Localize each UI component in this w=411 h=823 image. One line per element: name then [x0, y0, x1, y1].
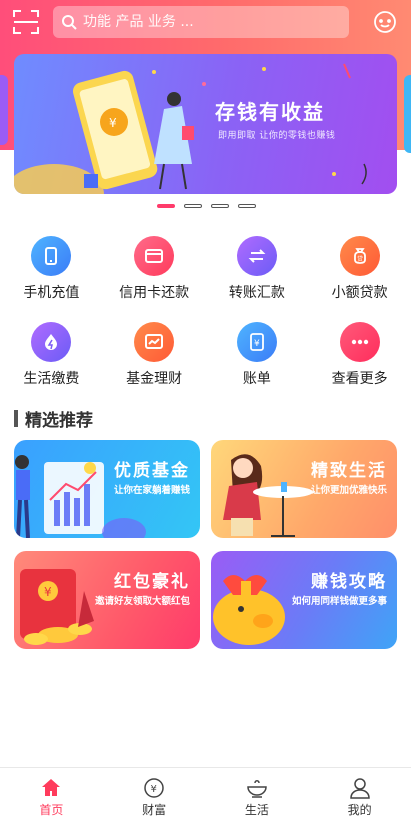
scan-icon[interactable] [12, 8, 40, 36]
card-subtitle: 如何用同样钱做更多事 [291, 596, 387, 607]
transfer-icon [236, 236, 277, 276]
wealth-icon: ¥ [144, 778, 164, 798]
bottom-tab-bar: 首页 ¥ 财富 生活 我的 [0, 767, 411, 823]
card-title: 精致生活 [311, 461, 387, 481]
grid-label: 小额贷款 [331, 285, 388, 301]
grid-item-bill[interactable]: ¥ 账单 [206, 322, 309, 408]
credit-card-icon [134, 236, 175, 276]
grid-label: 信用卡还款 [119, 285, 190, 301]
grid-item-phone-recharge[interactable]: 手机充值 [0, 236, 103, 322]
banner-title: 存钱有收益 [215, 100, 325, 124]
search-input[interactable] [83, 14, 323, 30]
banner-next-peek [404, 75, 411, 153]
service-grid: 手机充值 信用卡还款 转账汇款 贷 小额贷款 生活缴费 基金理财 ¥ 账单 查看… [0, 236, 411, 408]
grid-item-more[interactable]: 查看更多 [308, 322, 411, 408]
more-icon [339, 322, 380, 362]
banner-illustration: ¥ [14, 63, 367, 194]
search-bar[interactable] [53, 6, 349, 38]
user-icon [349, 778, 370, 799]
card-subtitle: 邀请好友领取大额红包 [94, 596, 190, 607]
svg-text:¥: ¥ [254, 339, 260, 349]
svg-text:¥: ¥ [109, 116, 117, 130]
grid-label: 查看更多 [331, 371, 388, 387]
pagination-dot[interactable] [211, 204, 229, 208]
tab-mine[interactable]: 我的 [308, 768, 411, 823]
banner-subtitle: 即用即取 让你的零钱也赚钱 [218, 131, 336, 141]
bill-icon: ¥ [236, 322, 277, 362]
card-red-packet[interactable]: ¥ 红包豪礼 邀请好友领取大额红包 [14, 551, 200, 649]
water-drop-icon [31, 322, 72, 362]
card-title: 红包豪礼 [114, 572, 190, 592]
tab-life[interactable]: 生活 [206, 768, 309, 823]
tab-label: 我的 [347, 803, 372, 817]
banner-prev-peek [0, 75, 8, 145]
section-title: 精选推荐 [25, 411, 93, 431]
tab-label: 生活 [244, 803, 269, 817]
pagination-dot-active[interactable] [157, 204, 175, 208]
message-icon[interactable] [373, 10, 397, 34]
banner-pagination [157, 204, 256, 208]
grid-item-transfer[interactable]: 转账汇款 [206, 236, 309, 322]
life-icon [247, 780, 267, 798]
card-subtitle: 让你在家躺着赚钱 [113, 485, 190, 496]
section-bar [14, 410, 18, 427]
money-bag-icon: 贷 [339, 236, 380, 276]
grid-label: 生活缴费 [23, 371, 80, 387]
card-refined-life[interactable]: 精致生活 让你更加优雅快乐 [211, 440, 397, 538]
section-header: 精选推荐 [14, 406, 93, 431]
grid-label: 转账汇款 [228, 285, 285, 301]
card-title: 赚钱攻略 [311, 572, 387, 592]
tab-label: 首页 [39, 803, 64, 817]
svg-text:¥: ¥ [44, 585, 52, 599]
chart-icon [134, 322, 175, 362]
phone-icon [31, 236, 72, 276]
card-money-strategy[interactable]: 赚钱攻略 如何用同样钱做更多事 [211, 551, 397, 649]
home-icon [42, 779, 61, 796]
grid-label: 基金理财 [126, 371, 183, 387]
search-icon [62, 15, 77, 30]
pagination-dot[interactable] [238, 204, 256, 208]
grid-label: 手机充值 [23, 285, 80, 301]
card-title: 优质基金 [114, 461, 190, 481]
grid-item-fund[interactable]: 基金理财 [103, 322, 206, 408]
pagination-dot[interactable] [184, 204, 202, 208]
tab-wealth[interactable]: ¥ 财富 [103, 768, 206, 823]
grid-item-credit-card[interactable]: 信用卡还款 [103, 236, 206, 322]
promo-banner[interactable]: ¥ 存钱有收益 即用即取 让你的零钱也赚钱 [14, 54, 397, 194]
card-quality-fund[interactable]: 优质基金 让你在家躺着赚钱 [14, 440, 200, 538]
tab-label: 财富 [142, 803, 167, 817]
card-subtitle: 让你更加优雅快乐 [310, 485, 387, 496]
grid-item-small-loan[interactable]: 贷 小额贷款 [308, 236, 411, 322]
svg-text:¥: ¥ [151, 784, 157, 795]
svg-text:贷: 贷 [357, 255, 363, 263]
tab-home[interactable]: 首页 [0, 768, 103, 823]
grid-item-utility-bills[interactable]: 生活缴费 [0, 322, 103, 408]
grid-label: 账单 [242, 371, 271, 387]
